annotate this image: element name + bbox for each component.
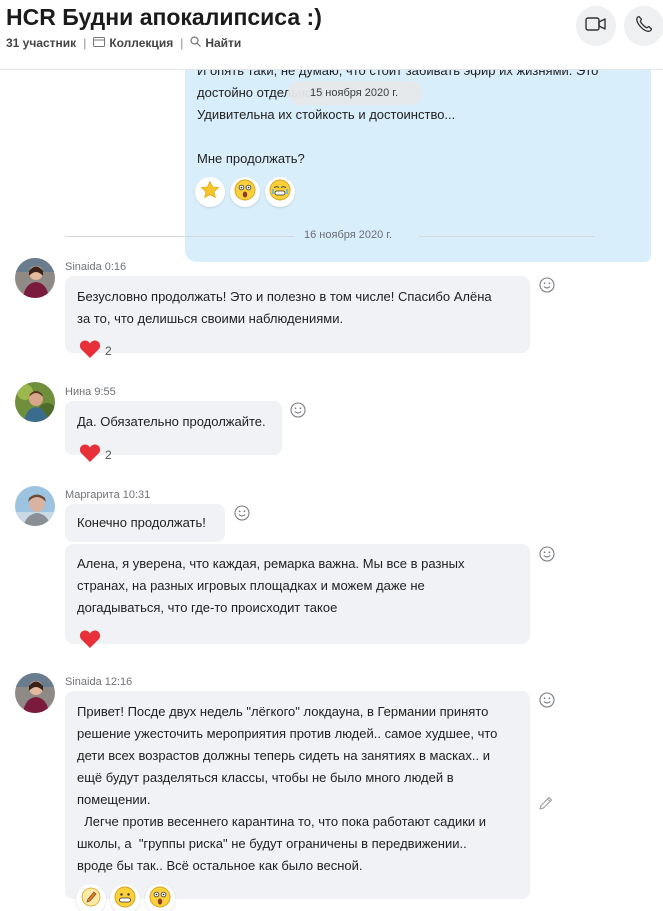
search-link[interactable]: Найти (205, 36, 241, 50)
message-list[interactable]: И опять таки, не думаю, что стоит забива… (0, 70, 663, 911)
search-icon (190, 36, 202, 50)
heart-icon (79, 339, 101, 364)
reaction-crying[interactable] (265, 177, 295, 207)
message-line: Мне продолжать? (197, 151, 305, 166)
meta-divider: | (180, 36, 184, 50)
add-reaction-smiley-icon[interactable] (539, 277, 555, 293)
message-line: Безусловно продолжать! Это и полезно в т… (77, 289, 492, 304)
message-line: Алена, я уверена, что каждая, ремарка ва… (77, 556, 465, 571)
sender-name-time: Маргарита 10:31 (65, 489, 151, 501)
separator-line (419, 236, 595, 237)
avatar-sinaida[interactable] (15, 258, 55, 298)
incoming-message-bubble[interactable]: Безусловно продолжать! Это и полезно в т… (65, 276, 530, 353)
message-line: И опять таки, не думаю, что стоит забива… (197, 70, 599, 78)
participants-link[interactable]: 31 участник (6, 36, 76, 50)
floating-date-badge: 15 ноября 2020 г. (288, 81, 422, 105)
message-line: помещении. (77, 792, 151, 807)
chat-window: HCR Будни апокалипсиса :) 31 участник | … (0, 0, 663, 911)
conversation-meta: 31 участник | Коллекция | Найти (6, 36, 241, 50)
shocked-face-icon (234, 179, 256, 206)
video-camera-icon (585, 16, 607, 37)
message-line: решение ужесточить мероприятия против лю… (77, 726, 498, 741)
heart-icon (79, 629, 101, 654)
collection-icon (93, 36, 106, 50)
message-line: догадываться, что где-то происходит тако… (77, 600, 338, 615)
avatar-sinaida[interactable] (15, 673, 55, 713)
pencil-emoji-icon (81, 887, 101, 911)
reaction-shocked[interactable] (230, 177, 260, 207)
meta-divider: | (83, 36, 87, 50)
star-emoji-icon (200, 180, 220, 205)
message-line (197, 126, 639, 148)
message-line: Удивительна их стойкость и достоинство..… (197, 107, 456, 122)
video-call-button[interactable] (576, 6, 616, 46)
incoming-message-bubble[interactable]: Алена, я уверена, что каждая, ремарка ва… (65, 544, 530, 644)
message-line: Легче против весеннего карантина то, что… (77, 814, 487, 829)
reaction-shocked[interactable] (145, 884, 175, 911)
reaction-count: 2 (105, 344, 112, 358)
add-reaction-smiley-icon[interactable] (539, 692, 555, 708)
add-reaction-smiley-icon[interactable] (234, 505, 250, 521)
sender-name-time: Sinaida 12:16 (65, 676, 133, 688)
heart-icon (79, 443, 101, 468)
avatar-margarita[interactable] (15, 486, 55, 526)
audio-call-button[interactable] (624, 6, 663, 46)
conversation-title[interactable]: HCR Будни апокалипсиса :) (6, 4, 322, 31)
add-reaction-smiley-icon[interactable] (539, 546, 555, 562)
message-line: школы, а "группы риска" не будут огранич… (77, 836, 467, 851)
message-line: ещё будут разделяться классы, чтобы не б… (77, 770, 454, 785)
avatar-nina[interactable] (15, 382, 55, 422)
date-separator: 16 ноября 2020 г. (65, 226, 595, 246)
add-reaction-smiley-icon[interactable] (290, 402, 306, 418)
incoming-message-bubble[interactable]: Конечно продолжать! (65, 504, 225, 542)
message-line: Конечно продолжать! (77, 515, 206, 530)
heart-reaction[interactable]: 2 (75, 440, 116, 470)
shocked-face-icon (149, 886, 171, 911)
message-line: вроде бы так.. Всё остальное как было ве… (77, 858, 363, 873)
incoming-message-bubble[interactable]: Привет! Посде двух недель "лёгкого" локд… (65, 691, 530, 899)
message-line: за то, что делишься своими наблюдениями. (77, 311, 344, 326)
reaction-grimace[interactable] (110, 884, 140, 911)
reaction-count: 2 (105, 448, 112, 462)
date-separator-label: 16 ноября 2020 г. (304, 229, 392, 241)
crying-face-icon (269, 179, 291, 206)
edit-pencil-icon[interactable] (538, 795, 554, 811)
sender-name-time: Нина 9:55 (65, 386, 116, 398)
conversation-header: HCR Будни апокалипсиса :) 31 участник | … (0, 0, 663, 70)
collection-link[interactable]: Коллекция (109, 36, 173, 50)
phone-icon (635, 15, 653, 38)
sender-name-time: Sinaida 0:16 (65, 261, 127, 273)
message-line: Привет! Посде двух недель "лёгкого" локд… (77, 704, 489, 719)
reaction-pencil[interactable] (76, 884, 106, 911)
message-line: дети всех возрастов должны теперь сидеть… (77, 748, 490, 763)
reaction-star[interactable] (195, 177, 225, 207)
grimace-face-icon (114, 886, 136, 911)
heart-reaction[interactable] (75, 626, 105, 656)
message-line: странах, на разных игровых площадках и м… (77, 578, 425, 593)
separator-line (65, 236, 294, 237)
message-line: Да. Обязательно продолжайте. (77, 414, 266, 429)
heart-reaction[interactable]: 2 (75, 336, 116, 366)
